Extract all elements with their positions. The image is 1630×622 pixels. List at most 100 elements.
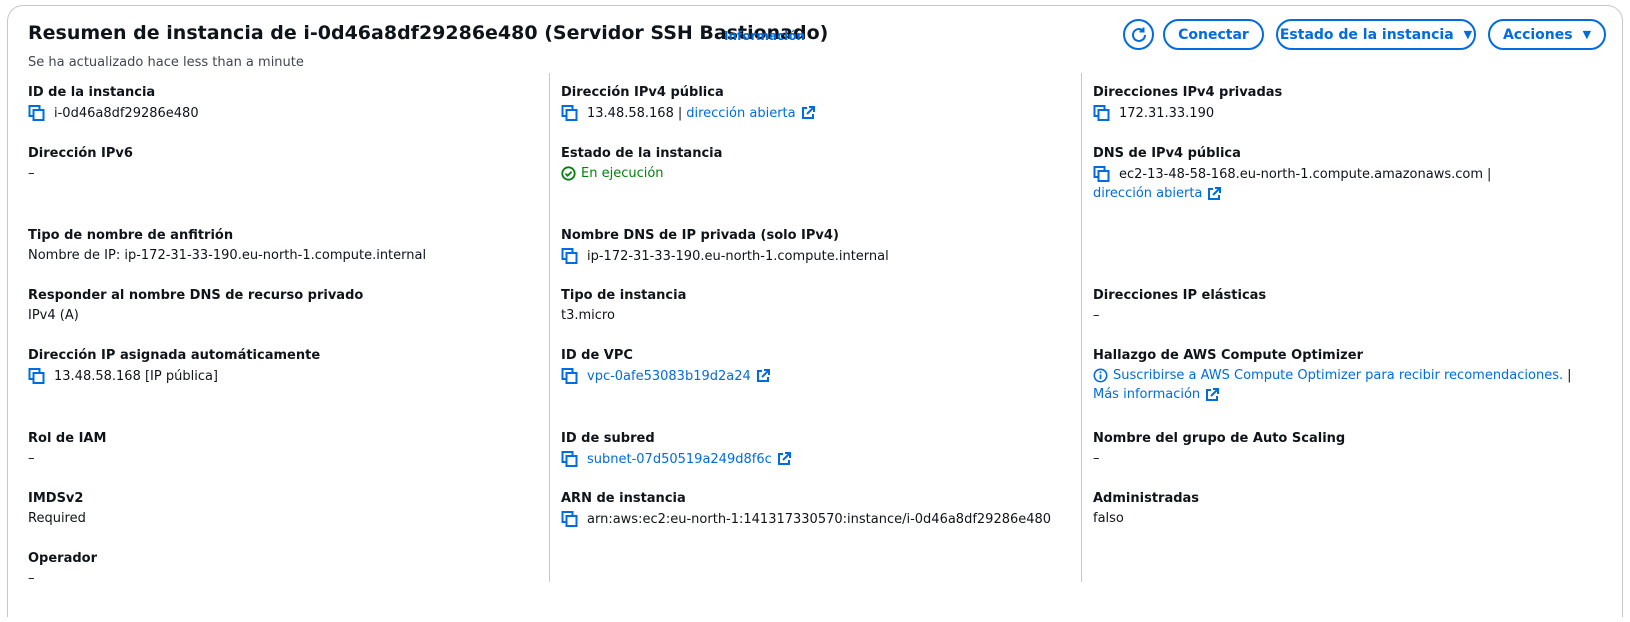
open-address-link[interactable]: dirección abierta [1093, 186, 1202, 201]
copy-icon[interactable] [1093, 166, 1111, 182]
status-check-icon [561, 166, 576, 181]
field-label: Tipo de nombre de anfitrión [28, 228, 234, 243]
field-label: Tipo de instancia [561, 288, 687, 303]
field-value: – [28, 166, 35, 181]
page-title: Resumen de instancia de i-0d46a8df29286e… [28, 22, 829, 44]
field-compute-optimizer: Hallazgo de AWS Compute Optimizer Suscri… [1093, 348, 1576, 402]
field-public-dns: DNS de IPv4 pública ec2-13-48-58-168.eu-… [1093, 146, 1495, 201]
refresh-button[interactable] [1123, 19, 1154, 50]
copy-icon[interactable] [561, 105, 579, 121]
field-label: ID de VPC [561, 348, 633, 363]
info-link[interactable]: Información [724, 29, 805, 43]
external-link-icon [756, 369, 770, 383]
instance-summary-panel: Resumen de instancia de i-0d46a8df29286e… [7, 5, 1623, 617]
separator: | [677, 105, 683, 121]
auto-ip-value: 13.48.58.168 [IP pública] [54, 368, 218, 384]
instance-state-value: En ejecución [581, 166, 664, 181]
field-vpc-id: ID de VPC vpc-0afe53083b19d2a24 [561, 348, 770, 384]
field-instance-arn: ARN de instancia arn:aws:ec2:eu-north-1:… [561, 491, 1051, 527]
private-ipv4-value: 172.31.33.190 [1119, 105, 1215, 121]
field-label: Estado de la instancia [561, 146, 723, 161]
field-ipv6: Dirección IPv6 – [28, 146, 133, 181]
field-label: Rol de IAM [28, 431, 107, 446]
field-value: IPv4 (A) [28, 308, 79, 323]
actions-label: Acciones [1502, 26, 1573, 43]
caret-down-icon: ▼ [1463, 28, 1473, 41]
instance-state-dropdown[interactable]: Estado de la instancia ▼ [1276, 19, 1476, 50]
field-label: Direcciones IPv4 privadas [1093, 85, 1283, 100]
copy-icon[interactable] [561, 451, 579, 467]
field-label: ID de subred [561, 431, 655, 446]
actions-dropdown[interactable]: Acciones ▼ [1488, 19, 1606, 50]
field-elastic-ip: Direcciones IP elásticas – [1093, 288, 1266, 323]
field-label: ID de la instancia [28, 85, 156, 100]
field-instance-type: Tipo de instancia t3.micro [561, 288, 686, 323]
field-label: ARN de instancia [561, 491, 686, 506]
field-public-ipv4: Dirección IPv4 pública 13.48.58.168 | di… [561, 85, 815, 121]
public-dns-value: ec2-13-48-58-168.eu-north-1.compute.amaz… [1119, 166, 1484, 182]
field-label: Nombre del grupo de Auto Scaling [1093, 431, 1346, 446]
field-value: Nombre de IP: ip-172-31-33-190.eu-north-… [28, 248, 427, 263]
field-label: Responder al nombre DNS de recurso priva… [28, 288, 364, 303]
field-instance-state: Estado de la instancia En ejecución [561, 146, 722, 181]
field-label: Nombre DNS de IP privada (solo IPv4) [561, 228, 839, 243]
field-value: – [1093, 451, 1100, 466]
field-auto-ip: Dirección IP asignada automáticamente 13… [28, 348, 320, 384]
vpc-id-link[interactable]: vpc-0afe53083b19d2a24 [587, 369, 751, 384]
field-subnet-id: ID de subred subnet-07d50519a249d8f6c [561, 431, 791, 467]
field-value: – [1093, 308, 1100, 323]
field-label: Hallazgo de AWS Compute Optimizer [1093, 348, 1363, 363]
field-instance-id: ID de la instancia i-0d46a8df29286e480 [28, 85, 199, 121]
public-ipv4-value: 13.48.58.168 [587, 105, 674, 121]
field-managed: Administradas falso [1093, 491, 1199, 526]
copy-icon[interactable] [1093, 105, 1111, 121]
field-label: DNS de IPv4 pública [1093, 146, 1241, 161]
external-link-icon [1205, 388, 1219, 402]
column-divider [549, 73, 550, 582]
copy-icon[interactable] [561, 368, 579, 384]
field-value: – [28, 451, 35, 466]
field-hostname-type: Tipo de nombre de anfitrión Nombre de IP… [28, 228, 426, 263]
field-label: Dirección IPv4 pública [561, 85, 724, 100]
external-link-icon [801, 106, 815, 120]
private-dns-value: ip-172-31-33-190.eu-north-1.compute.inte… [587, 248, 889, 264]
copy-icon[interactable] [28, 105, 46, 121]
column-divider [1081, 73, 1082, 582]
copy-icon[interactable] [561, 248, 579, 264]
field-private-ipv4: Direcciones IPv4 privadas 172.31.33.190 [1093, 85, 1282, 121]
field-label: Dirección IP asignada automáticamente [28, 348, 321, 363]
instance-state-label: Estado de la instancia [1279, 26, 1454, 43]
field-value: – [28, 571, 35, 586]
connect-button[interactable]: Conectar [1163, 19, 1264, 50]
field-value: falso [1093, 511, 1124, 526]
external-link-icon [777, 452, 791, 466]
subnet-id-link[interactable]: subnet-07d50519a249d8f6c [587, 452, 772, 467]
field-asg-name: Nombre del grupo de Auto Scaling – [1093, 431, 1345, 466]
separator: | [1567, 368, 1572, 383]
instance-id-value: i-0d46a8df29286e480 [54, 105, 199, 121]
field-value: Required [28, 511, 86, 526]
copy-icon[interactable] [28, 368, 46, 384]
open-address-link[interactable]: dirección abierta [686, 106, 795, 121]
field-label: Operador [28, 551, 98, 566]
subscribe-optimizer-link[interactable]: Suscribirse a AWS Compute Optimizer para… [1113, 368, 1563, 383]
field-resource-dns: Responder al nombre DNS de recurso priva… [28, 288, 363, 323]
field-value: t3.micro [561, 308, 615, 323]
last-updated-text: Se ha actualizado hace less than a minut… [28, 55, 304, 70]
arn-value: arn:aws:ec2:eu-north-1:141317330570:inst… [587, 511, 1052, 527]
caret-down-icon: ▼ [1582, 28, 1592, 41]
separator: | [1487, 166, 1492, 182]
field-iam-role: Rol de IAM – [28, 431, 106, 466]
field-label: Direcciones IP elásticas [1093, 288, 1267, 303]
learn-more-link[interactable]: Más información [1093, 387, 1200, 402]
field-operator: Operador – [28, 551, 97, 586]
field-imdsv2: IMDSv2 Required [28, 491, 86, 526]
connect-button-label: Conectar [1178, 26, 1249, 43]
field-label: Dirección IPv6 [28, 146, 133, 161]
refresh-icon [1131, 27, 1146, 42]
info-icon [1093, 368, 1108, 383]
field-label: Administradas [1093, 491, 1200, 506]
copy-icon[interactable] [561, 511, 579, 527]
external-link-icon [1207, 187, 1221, 201]
field-label: IMDSv2 [28, 491, 84, 506]
